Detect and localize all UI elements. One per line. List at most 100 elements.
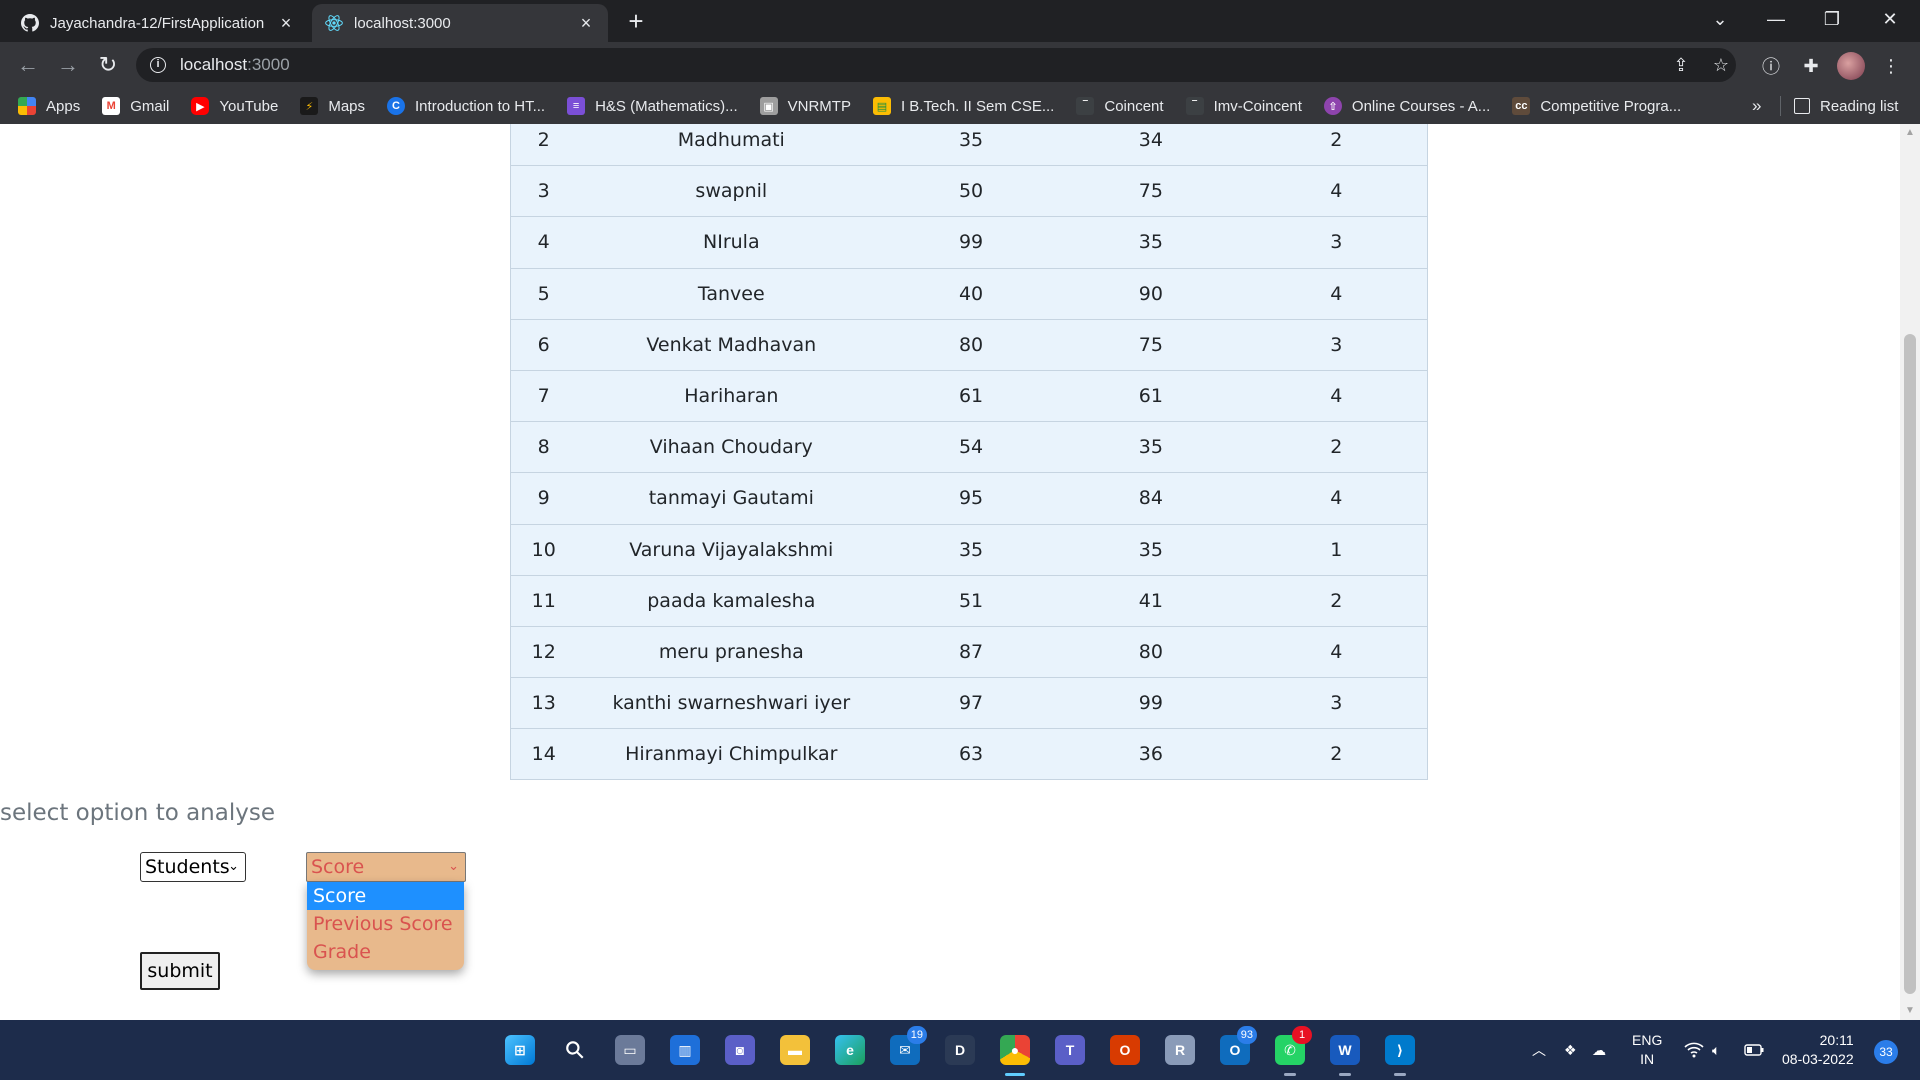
extension-circle-icon[interactable]: ⓘ [1756,51,1786,81]
cell-grade: 2 [1245,421,1428,474]
cell-score: 61 [886,369,1056,423]
mail-taskbar-button[interactable]: ✉ 19 [885,1026,927,1070]
close-tab-icon[interactable]: × [576,13,596,34]
language-indicator[interactable]: ENG IN [1632,1020,1662,1080]
bookmark-hs-math[interactable]: ≡ H&S (Mathematics)... [567,97,738,115]
cell-id: 10 [510,523,577,576]
site-info-icon[interactable]: i [150,57,166,73]
new-tab-button[interactable]: + [620,6,652,38]
onedrive-icon[interactable]: ☁ [1592,1020,1606,1080]
bookmark-competitive[interactable]: cc Competitive Progra... [1512,97,1681,115]
cell-grade: 2 [1245,124,1428,167]
metric-option-grade[interactable]: Grade [307,938,464,966]
scroll-down-icon[interactable]: ▼ [1900,1002,1920,1020]
browser-tab-strip: Jayachandra-12/FirstApplication × localh… [0,0,1920,42]
wifi-icon[interactable] [1684,1020,1704,1080]
table-row: 5 Tanvee 40 90 4 [510,267,1428,320]
cell-name: meru pranesha [576,625,887,679]
widgets-taskbar-button[interactable]: ▥ [665,1030,705,1070]
coincent-icon: ‾ [1076,97,1095,115]
bookmarks-overflow-button[interactable]: » [1752,88,1761,124]
reading-list-button[interactable]: Reading list [1794,88,1898,124]
outlook-taskbar-button[interactable]: O 93 [1215,1026,1257,1070]
table-row: 14 Hiranmayi Chimpulkar 63 36 2 [510,728,1428,781]
cell-previous-score: 35 [1055,523,1246,576]
dropbox-icon[interactable]: ❖ [1564,1020,1577,1080]
cell-previous-score: 35 [1055,421,1246,474]
cell-grade: 4 [1245,165,1428,218]
bookmark-maps[interactable]: ⚡ Maps [300,97,365,115]
bookmark-btech[interactable]: ▤ I B.Tech. II Sem CSE... [872,97,1054,115]
extensions-puzzle-icon[interactable]: ✚ [1796,51,1826,81]
word-taskbar-button[interactable]: W [1325,1030,1365,1076]
bookmark-youtube[interactable]: ▶ YouTube [191,97,278,115]
bookmark-label: Online Courses - A... [1351,97,1491,115]
bookmark-imv-coincent[interactable]: ‾ Imv-Coincent [1185,97,1302,115]
forward-button[interactable]: → [54,51,82,79]
windows-start-taskbar-button[interactable]: ⊞ [500,1030,540,1070]
cell-previous-score: 75 [1055,165,1246,218]
back-button[interactable]: ← [14,51,42,79]
edge-taskbar-button[interactable]: e [830,1030,870,1070]
submit-button[interactable]: submit [140,952,220,990]
volume-icon[interactable]: 🔈︎ [1712,1020,1720,1080]
page-viewport: 2 Madhumati 35 34 2 3 swapnil 50 75 4 4 NIrula 99 35 3… [0,124,1900,1020]
minimize-button[interactable]: — [1748,0,1804,38]
dell-taskbar-button[interactable]: D [940,1030,980,1070]
bookmark-gmail[interactable]: M Gmail [102,97,169,115]
metric-option-previous-score[interactable]: Previous Score [307,910,464,938]
page-scrollbar[interactable]: ▲ ▼ [1900,124,1920,1020]
file-explorer-icon: ▬ [780,1035,810,1065]
office-taskbar-button[interactable]: O [1105,1030,1145,1070]
metric-select[interactable]: Score ⌄ [306,852,466,882]
close-tab-icon[interactable]: × [276,13,296,34]
table-row: 13 kanthi swarneshwari iyer 97 99 3 [510,677,1428,730]
bookmark-star-icon[interactable]: ☆ [1704,48,1738,82]
chevron-down-icon: ⌄ [228,859,239,874]
metric-option-score[interactable]: Score [307,882,464,910]
chat-taskbar-button[interactable]: ◙ [720,1030,760,1070]
bookmarks-bar: Apps M Gmail ▶ YouTube ⚡ Maps C Introduction… [0,88,1920,124]
task-view-taskbar-button[interactable]: ▭ [610,1030,650,1070]
tab-localhost[interactable]: localhost:3000 × [312,4,608,42]
windows-taskbar: ⊞ ⚲ ▭ ▥ ◙ ▬ e ✉ 19 D ● T O R O 93 ✆ 1 W ⟩ ︿ ❖ ☁ ENG IN 🔈︎ 20… [0,1020,1920,1080]
unread-badge: 1 [1292,1026,1312,1044]
entity-select[interactable]: Students ⌄ [140,852,246,882]
profile-avatar[interactable] [1836,51,1866,81]
reload-button[interactable]: ↻ [94,51,122,79]
cell-name: Madhumati [576,124,887,167]
teams-taskbar-button[interactable]: T [1050,1030,1090,1070]
tab-github[interactable]: Jayachandra-12/FirstApplication × [8,4,308,42]
battery-icon[interactable] [1744,1020,1764,1080]
bookmark-label: Maps [328,97,366,115]
r-taskbar-button[interactable]: R [1160,1030,1200,1070]
vscode-taskbar-button[interactable]: ⟩ [1380,1030,1420,1076]
clock[interactable]: 20:11 08-03-2022 [1782,1020,1854,1080]
restore-button[interactable]: ❐ [1804,0,1860,38]
chrome-taskbar-button[interactable]: ● [995,1030,1035,1076]
cell-grade: 3 [1245,216,1428,269]
close-window-button[interactable]: ✕ [1862,0,1918,38]
address-bar[interactable]: i localhost:3000 ⇪ ☆ [136,48,1736,82]
tray-overflow-icon[interactable]: ︿ [1532,1020,1546,1080]
notification-badge[interactable]: 33 [1874,1040,1898,1064]
office-icon: O [1110,1035,1140,1065]
file-explorer-taskbar-button[interactable]: ▬ [775,1030,815,1070]
scrollbar-thumb[interactable] [1904,334,1916,994]
bookmark-online-courses[interactable]: ⇧ Online Courses - A... [1323,97,1491,115]
whatsapp-taskbar-button[interactable]: ✆ 1 [1270,1026,1312,1076]
share-icon[interactable]: ⇪ [1664,48,1698,82]
bookmark-apps[interactable]: Apps [18,97,80,115]
tab-search-icon[interactable]: ⌄ [1692,0,1748,38]
list-icon: ≡ [567,97,586,115]
cell-score: 35 [886,523,1056,576]
search-taskbar-button[interactable]: ⚲ [555,1030,595,1070]
menu-kebab-icon[interactable]: ⋮ [1876,51,1906,81]
scroll-up-icon[interactable]: ▲ [1900,124,1920,142]
bookmark-vnrmtp[interactable]: ▣ VNRMTP [759,97,851,115]
cc-icon: cc [1512,97,1531,115]
bookmark-intro-html[interactable]: C Introduction to HT... [387,97,545,115]
cell-name: NIrula [576,216,887,269]
search-icon: ⚲ [559,1034,591,1066]
bookmark-coincent[interactable]: ‾ Coincent [1076,97,1164,115]
